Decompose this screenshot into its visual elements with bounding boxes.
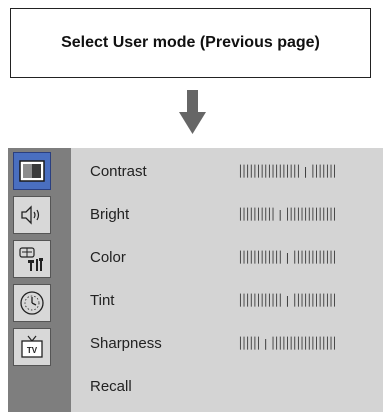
setup-tools-icon[interactable] <box>13 240 51 278</box>
menu-item-label: Color <box>90 248 126 266</box>
menu-item-color[interactable]: Color ││││││││││││ | ││││││││││││ <box>90 242 338 272</box>
menu-item-contrast[interactable]: Contrast │││││││││││││││││ | │││││││ <box>90 156 338 186</box>
level-bar[interactable]: ││││││ | ││││││││││││││││││ <box>237 337 338 350</box>
timer-clock-icon[interactable] <box>13 284 51 322</box>
level-bar[interactable]: ││││││││││││ | ││││││││││││ <box>237 251 338 264</box>
menu-item-label: Bright <box>90 205 130 223</box>
down-arrow-icon <box>179 90 206 134</box>
menu-item-sharpness[interactable]: Sharpness ││││││ | ││││││││││││││││││ <box>90 328 338 358</box>
menu-sidebar: TV <box>8 148 71 412</box>
picture-icon[interactable] <box>13 152 51 190</box>
menu-item-label: Tint <box>90 291 115 309</box>
menu-item-bright[interactable]: Bright ││││││││││ | ││││││││││││││ <box>90 199 338 229</box>
osd-menu: TV Contrast │││││││││││││││││ | │││││││ … <box>8 148 383 412</box>
tv-input-icon[interactable]: TV <box>13 328 51 366</box>
mode-caption-box: Select User mode (Previous page) <box>10 8 371 78</box>
sound-icon[interactable] <box>13 196 51 234</box>
menu-item-label: Sharpness <box>90 334 162 352</box>
menu-item-recall[interactable]: Recall <box>90 371 237 401</box>
menu-item-tint[interactable]: Tint ││││││││││││ | ││││││││││││ <box>90 285 338 315</box>
mode-caption: Select User mode (Previous page) <box>61 34 320 51</box>
level-bar[interactable]: ││││││││││││ | ││││││││││││ <box>237 294 338 307</box>
level-bar[interactable]: ││││││││││ | ││││││││││││││ <box>237 208 338 221</box>
svg-text:TV: TV <box>27 346 38 355</box>
level-bar[interactable]: │││││││││││││││││ | │││││││ <box>237 165 338 178</box>
menu-item-label: Contrast <box>90 162 147 180</box>
menu-item-label: Recall <box>90 377 132 395</box>
